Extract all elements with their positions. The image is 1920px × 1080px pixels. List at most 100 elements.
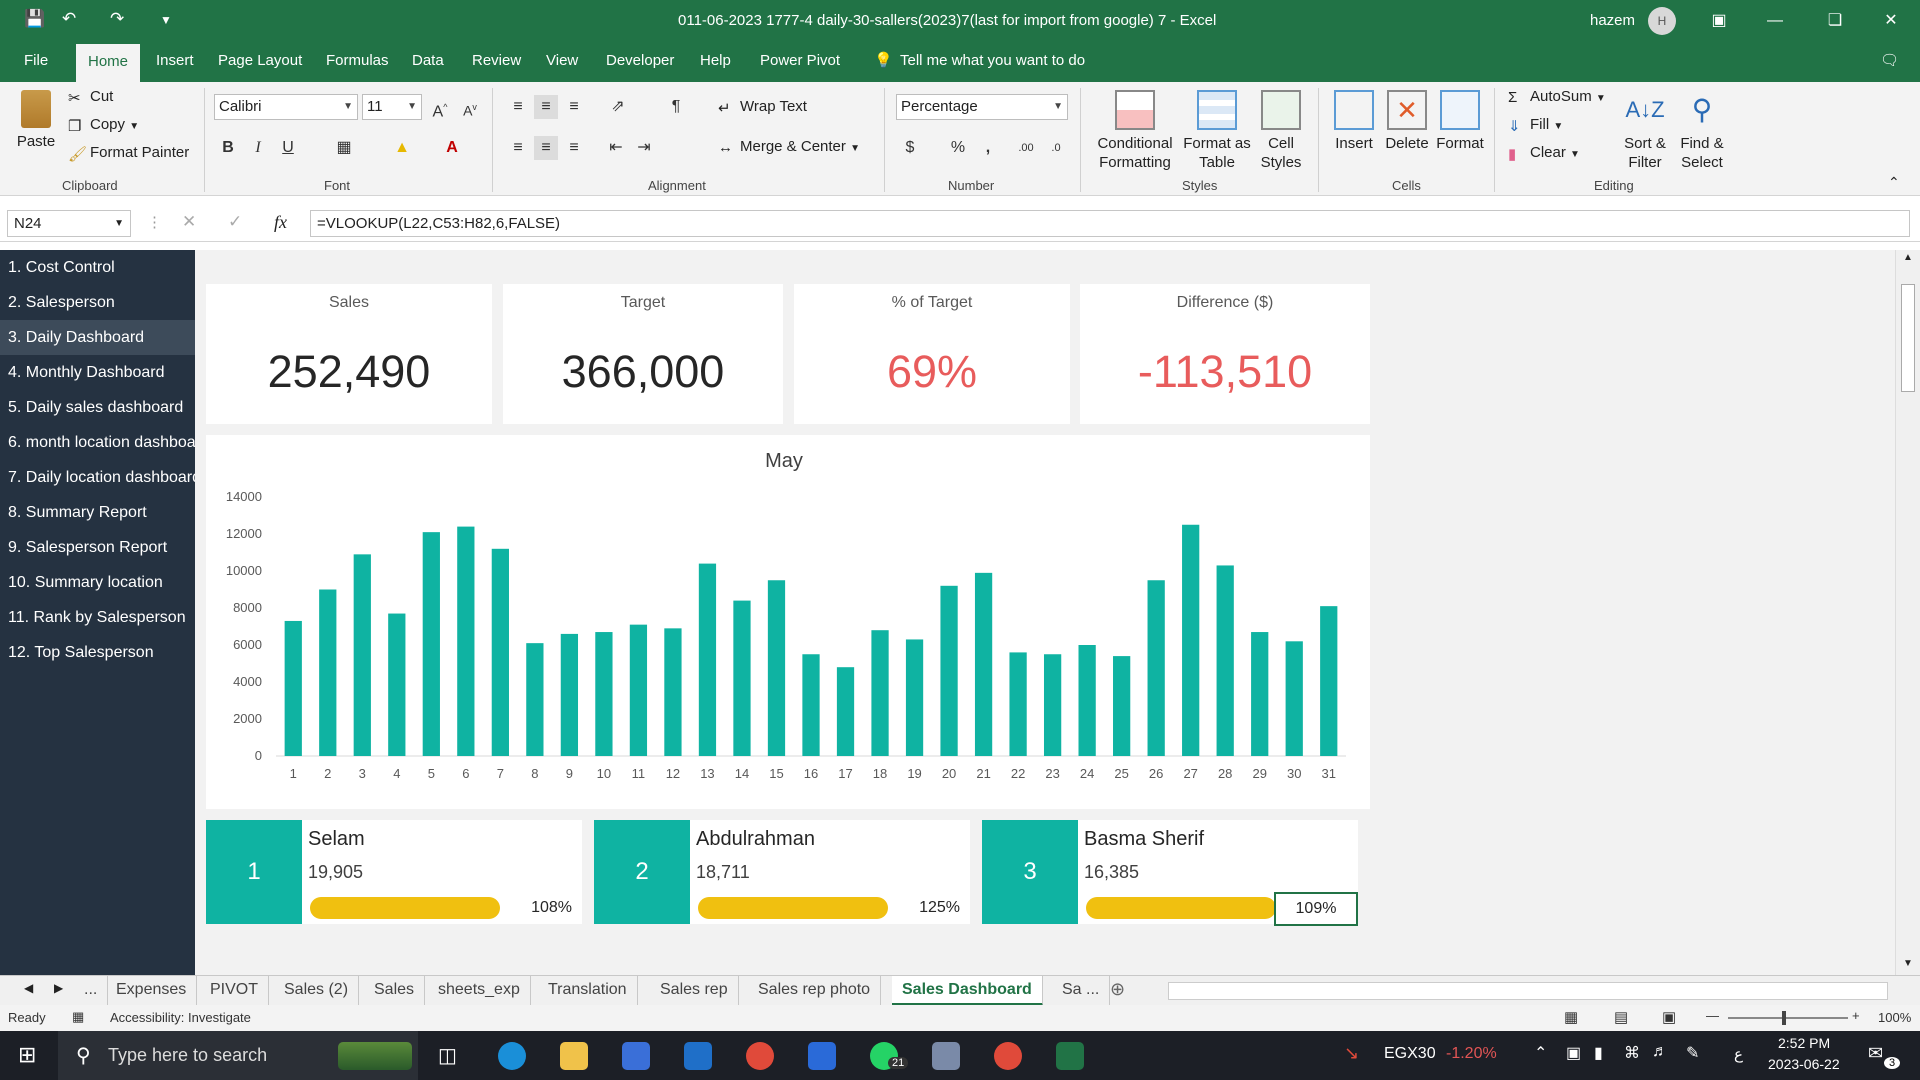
chart-bar[interactable] [871, 630, 889, 756]
chart-bar[interactable] [388, 613, 406, 756]
chart-bar[interactable] [319, 589, 337, 757]
paste-button[interactable]: Paste [14, 90, 58, 151]
format-painter-button[interactable]: 🖌 Format Painter [68, 144, 189, 163]
tab-data[interactable]: Data [400, 42, 456, 82]
format-cells-button[interactable]: Format [1434, 90, 1486, 153]
zoom-slider[interactable] [1728, 1017, 1848, 1019]
chart-bar[interactable] [1043, 654, 1062, 756]
tab-help[interactable]: Help [688, 42, 743, 82]
chart-bar[interactable] [629, 624, 648, 756]
tab-file[interactable]: File [12, 42, 60, 82]
wifi-icon[interactable]: ⌘ [1624, 1043, 1640, 1063]
chart-bar[interactable] [491, 548, 509, 756]
align-top-icon[interactable]: ≡ [506, 95, 530, 119]
sheet-tab-active[interactable]: Sales Dashboard [892, 976, 1043, 1006]
sheet-tab[interactable]: Sales [364, 976, 426, 1006]
scroll-down-icon[interactable]: ▼ [1900, 958, 1916, 969]
minimize-icon[interactable]: — [1760, 8, 1790, 34]
page-break-view-icon[interactable]: ▣ [1662, 1008, 1676, 1026]
clear-button[interactable]: ▮ Clear ▼ [1508, 144, 1580, 163]
maximize-icon[interactable]: ❏ [1820, 8, 1850, 34]
save-icon[interactable]: 💾 [24, 9, 45, 29]
font-name-select[interactable]: Calibri ▼ [214, 94, 358, 120]
text-direction-icon[interactable]: ¶ [664, 95, 688, 119]
sheet-tab[interactable]: Sales (2) [274, 976, 360, 1006]
nav-link[interactable]: 4. Monthly Dashboard [0, 355, 195, 390]
show-hidden-icons-icon[interactable]: ⌃ [1534, 1043, 1547, 1063]
horizontal-scrollbar[interactable] [1168, 982, 1888, 1000]
zoom-level[interactable]: 100% [1878, 1010, 1911, 1025]
tab-developer[interactable]: Developer [594, 42, 686, 82]
chart-bar[interactable] [1251, 632, 1269, 756]
find-select-button[interactable]: ⚲ Find & Select [1674, 90, 1730, 172]
chart-bar[interactable] [836, 667, 855, 756]
chart-bar[interactable] [284, 620, 302, 756]
chart-bar[interactable] [698, 563, 717, 756]
fill-button[interactable]: ⇓ Fill ▼ [1508, 116, 1563, 135]
notifications-icon[interactable]: ✉ [1868, 1043, 1883, 1064]
nav-link[interactable]: 2. Salesperson [0, 285, 195, 320]
normal-view-icon[interactable]: ▦ [1564, 1008, 1578, 1026]
align-middle-icon[interactable]: ≡ [534, 95, 558, 119]
nav-link[interactable]: 1. Cost Control [0, 250, 195, 285]
chart-bar[interactable] [560, 633, 579, 756]
nav-link[interactable]: 11. Rank by Salesperson [0, 600, 195, 635]
cell-styles-button[interactable]: Cell Styles [1256, 90, 1306, 172]
sort-filter-button[interactable]: A↓Z Sort & Filter [1618, 90, 1672, 172]
conditional-formatting-button[interactable]: Conditional Formatting [1090, 90, 1180, 172]
orientation-icon[interactable]: ⇗ [606, 95, 630, 119]
chart-bar[interactable] [802, 654, 820, 756]
vertical-scrollbar[interactable]: ▲ ▼ [1895, 250, 1920, 975]
battery-icon[interactable]: ▮ [1594, 1043, 1603, 1063]
file-explorer-icon[interactable] [560, 1042, 588, 1070]
chart-bar[interactable] [422, 532, 440, 756]
chart-bar[interactable] [664, 628, 682, 756]
fill-color-icon[interactable]: ▲ [390, 136, 414, 160]
sheet-tab[interactable]: Sa ... [1052, 976, 1111, 1006]
edge-icon[interactable] [498, 1042, 526, 1070]
zoom-thumb[interactable] [1782, 1011, 1786, 1025]
align-left-icon[interactable]: ≡ [506, 136, 530, 160]
chart-bar[interactable] [457, 526, 475, 756]
chart-bar[interactable] [974, 572, 993, 756]
chart-bar[interactable] [353, 554, 371, 756]
format-as-table-button[interactable]: Format as Table [1182, 90, 1252, 172]
windows-start-icon[interactable]: ⊞ [18, 1042, 36, 1068]
font-size-select[interactable]: 11 ▼ [362, 94, 422, 120]
insert-cells-button[interactable]: Insert [1328, 90, 1380, 153]
zoom-out-icon[interactable]: — [1706, 1008, 1719, 1023]
font-color-icon[interactable]: A [440, 136, 464, 160]
sheet-tab[interactable]: Sales rep [650, 976, 739, 1006]
cut-button[interactable]: ✂ Cut [68, 88, 113, 107]
sheet-tab-more[interactable]: ... [74, 976, 109, 1006]
decrease-decimal-icon[interactable]: .0 [1044, 136, 1068, 160]
collapse-ribbon-icon[interactable]: ⌃ [1888, 174, 1900, 191]
tab-scroll-left-icon[interactable]: ◀ [24, 981, 33, 995]
chart-bar[interactable] [1182, 524, 1200, 756]
autosum-button[interactable]: Σ AutoSum ▼ [1508, 88, 1606, 106]
chart-bar[interactable] [1147, 580, 1165, 756]
selected-cell[interactable]: 109% [1274, 892, 1358, 926]
calculator-icon[interactable] [932, 1042, 960, 1070]
sheet-tab[interactable]: PIVOT [200, 976, 270, 1006]
chart-bar[interactable] [767, 580, 786, 756]
redo-icon[interactable]: ↷ [110, 9, 124, 29]
nav-link-active[interactable]: 3. Daily Dashboard [0, 320, 195, 355]
close-icon[interactable]: ✕ [1876, 8, 1906, 34]
nav-link[interactable]: 8. Summary Report [0, 495, 195, 530]
align-center-icon[interactable]: ≡ [534, 136, 558, 160]
align-bottom-icon[interactable]: ≡ [562, 95, 586, 119]
bold-button[interactable]: B [216, 136, 240, 160]
scroll-up-icon[interactable]: ▲ [1900, 252, 1916, 263]
page-layout-view-icon[interactable]: ▤ [1614, 1008, 1628, 1026]
avatar[interactable]: H [1648, 7, 1676, 35]
increase-decimal-icon[interactable]: .00 [1014, 136, 1038, 160]
macro-icon[interactable]: ▦ [72, 1009, 84, 1025]
tab-home[interactable]: Home [76, 44, 141, 82]
number-format-select[interactable]: Percentage ▼ [896, 94, 1068, 120]
formula-input[interactable]: =VLOOKUP(L22,C53:H82,6,FALSE) [310, 210, 1910, 237]
chart-bar[interactable] [1078, 645, 1096, 756]
weather-widget-icon[interactable] [338, 1042, 412, 1070]
insert-function-button[interactable]: fx [274, 212, 287, 233]
chart-bar[interactable] [1285, 641, 1303, 756]
